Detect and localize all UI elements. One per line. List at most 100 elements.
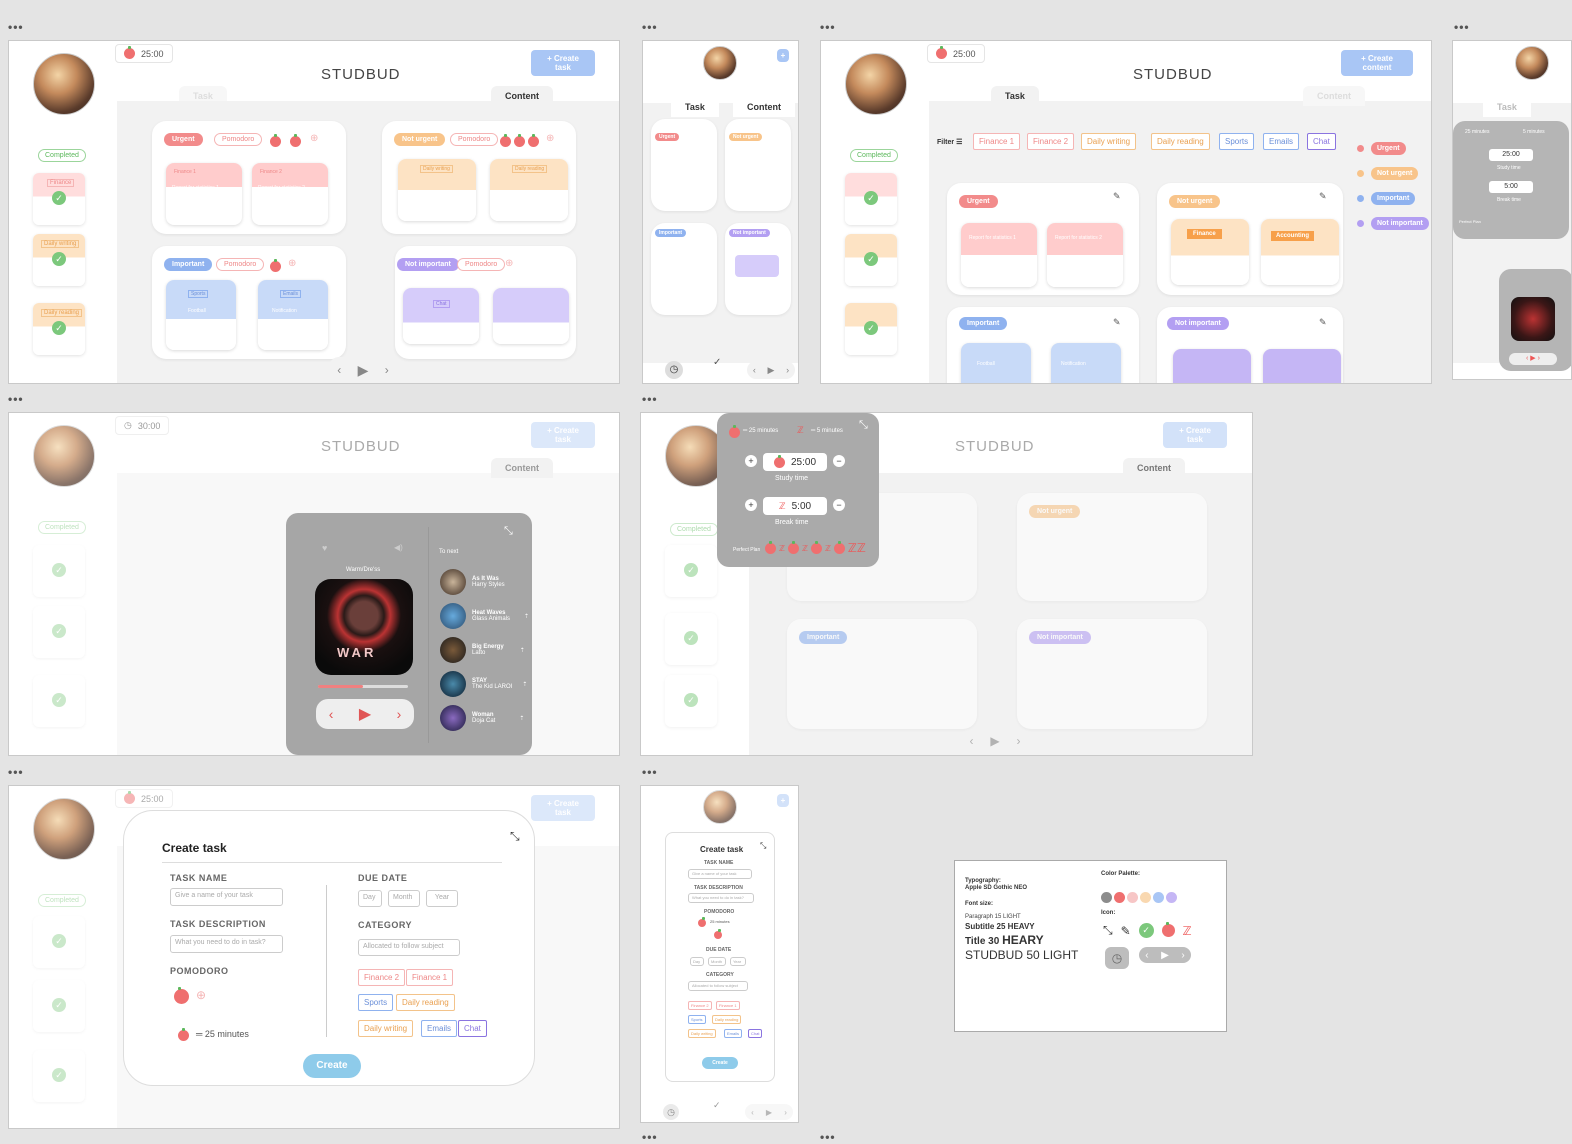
- year-input[interactable]: Year: [730, 957, 746, 966]
- add-pomodoro-icon[interactable]: ⊕: [196, 988, 206, 1002]
- frame-menu-dots[interactable]: •••: [820, 20, 836, 34]
- side-note-finance[interactable]: ✓: [665, 545, 717, 597]
- note-notification[interactable]: Notification: [1051, 343, 1121, 383]
- queue-item[interactable]: As It Was Harry Styles: [440, 569, 505, 595]
- side-note-daily-writing[interactable]: ✓: [33, 606, 85, 658]
- month-input[interactable]: Month: [708, 957, 726, 966]
- previous-icon[interactable]: ‹: [337, 363, 341, 377]
- queue-item[interactable]: Heat Waves Glass Animals ⇡: [440, 603, 529, 629]
- side-note-finance[interactable]: Finance ✓: [33, 173, 85, 225]
- edit-icon[interactable]: ✎: [1113, 317, 1121, 328]
- note-purple-2[interactable]: [1263, 349, 1341, 383]
- increase-break-button[interactable]: +: [745, 499, 757, 511]
- pomodoro-timer[interactable]: 25:00: [927, 44, 985, 63]
- clock-icon[interactable]: ◷: [665, 361, 683, 379]
- category-chip-finance2[interactable]: Finance 2: [688, 1001, 712, 1010]
- note-sports[interactable]: Sports Football: [166, 280, 236, 350]
- increase-study-button[interactable]: +: [745, 455, 757, 467]
- note-emails[interactable]: Emails Notification: [258, 280, 328, 350]
- frame-menu-dots[interactable]: •••: [1454, 20, 1470, 34]
- tab-content[interactable]: Content: [733, 97, 795, 117]
- pomodoro-timer[interactable]: 25:00: [115, 789, 173, 808]
- task-description-input[interactable]: What you need to do in task?: [688, 893, 754, 903]
- previous-icon[interactable]: ‹: [751, 1108, 754, 1117]
- avatar[interactable]: [33, 53, 95, 115]
- create-task-button[interactable]: +: [777, 49, 789, 62]
- legend-not-urgent[interactable]: Not urgent: [1371, 167, 1419, 180]
- category-chip-finance1[interactable]: Finance 1: [716, 1001, 740, 1010]
- side-note-daily-reading[interactable]: ✓: [845, 303, 897, 355]
- previous-icon[interactable]: ‹: [753, 365, 756, 375]
- side-note-daily-writing[interactable]: Daily writing ✓: [33, 234, 85, 286]
- break-time-input[interactable]: ℤ 5:00: [763, 497, 827, 515]
- play-icon[interactable]: ▶: [990, 734, 999, 748]
- previous-icon[interactable]: ‹: [969, 734, 973, 748]
- task-name-input[interactable]: Give a name of your task: [688, 869, 752, 879]
- edit-icon[interactable]: ✎: [1319, 317, 1327, 328]
- note-accounting[interactable]: Accounting: [1261, 219, 1339, 285]
- next-icon[interactable]: ›: [397, 706, 402, 722]
- filter-chip-finance2[interactable]: Finance 2: [1027, 133, 1075, 150]
- category-chip-sports[interactable]: Sports: [358, 994, 394, 1011]
- create-button[interactable]: Create: [702, 1057, 738, 1069]
- previous-icon[interactable]: ‹: [329, 706, 334, 722]
- create-task-button[interactable]: + Create task: [531, 795, 595, 821]
- side-note-daily-writing[interactable]: ✓: [845, 234, 897, 286]
- side-note-finance[interactable]: ✓: [33, 916, 85, 968]
- create-task-button[interactable]: + Create task: [531, 422, 595, 448]
- legend-important[interactable]: Important: [1371, 192, 1416, 205]
- avatar[interactable]: [845, 53, 907, 115]
- add-pomodoro-icon[interactable]: ⊕: [546, 133, 554, 144]
- add-pomodoro-icon[interactable]: ⊕: [310, 133, 318, 144]
- next-icon[interactable]: ›: [786, 365, 789, 375]
- decrease-study-button[interactable]: −: [833, 455, 845, 467]
- tab-content[interactable]: Content: [1123, 458, 1185, 478]
- filter-chip-chat[interactable]: Chat: [1307, 133, 1336, 150]
- task-name-input[interactable]: Give a name of your task: [170, 888, 283, 906]
- move-up-icon[interactable]: ⇡: [522, 681, 527, 688]
- legend-urgent[interactable]: Urgent: [1371, 142, 1406, 155]
- note-finance[interactable]: Finance: [1171, 219, 1249, 285]
- add-pomodoro-icon[interactable]: ⊕: [505, 258, 513, 269]
- study-time-input[interactable]: 25:00: [1489, 149, 1533, 161]
- avatar[interactable]: [703, 790, 737, 824]
- tab-task[interactable]: Task: [991, 86, 1039, 106]
- frame-menu-dots[interactable]: •••: [8, 20, 24, 34]
- play-icon[interactable]: ▶: [359, 704, 371, 724]
- category-chip-emails[interactable]: Emails: [421, 1020, 458, 1037]
- frame-menu-dots[interactable]: •••: [642, 20, 658, 34]
- note-finance-2[interactable]: Finance 2 Report for statistics 2: [252, 163, 328, 225]
- note-chat[interactable]: Chat: [403, 288, 479, 344]
- side-note-daily-reading[interactable]: ✓: [33, 1050, 85, 1102]
- tab-content[interactable]: Content: [491, 458, 553, 478]
- add-pomodoro-icon[interactable]: ⊕: [288, 258, 296, 269]
- category-input[interactable]: Allocated to follow subject: [688, 981, 748, 991]
- category-chip-daily-reading[interactable]: Daily reading: [712, 1015, 742, 1024]
- month-input[interactable]: Month: [388, 890, 420, 907]
- filter-chip-daily-reading[interactable]: Daily reading: [1151, 133, 1210, 150]
- category-chip-finance2[interactable]: Finance 2: [358, 969, 406, 986]
- category-input[interactable]: Allocated to follow subject: [358, 939, 460, 956]
- queue-item[interactable]: Woman Doja Cat ⇡: [440, 705, 524, 731]
- volume-icon[interactable]: ◀): [394, 543, 403, 552]
- music-controls[interactable]: ‹ ▶ ›: [1509, 353, 1557, 365]
- note-report-2[interactable]: Report for statistics 2: [1047, 223, 1123, 287]
- play-icon[interactable]: ▶: [766, 1108, 772, 1117]
- queue-item[interactable]: STAY The Kid LAROI ⇡: [440, 671, 527, 697]
- side-note-daily-writing[interactable]: ✓: [665, 613, 717, 665]
- note-empty[interactable]: [493, 288, 569, 344]
- task-description-input[interactable]: What you need to do in task?: [170, 935, 283, 953]
- queue-item[interactable]: Big Energy Latto ⇡: [440, 637, 525, 663]
- category-chip-daily-writing[interactable]: Daily writing: [688, 1029, 716, 1038]
- decrease-break-button[interactable]: −: [833, 499, 845, 511]
- filter-chip-emails[interactable]: Emails: [1263, 133, 1300, 150]
- category-chip-finance1[interactable]: Finance 1: [406, 969, 454, 986]
- collapse-icon[interactable]: ⤡: [504, 525, 513, 538]
- side-note-daily-reading[interactable]: ✓: [665, 675, 717, 727]
- tomato-icon[interactable]: [714, 929, 722, 939]
- collapse-icon[interactable]: ⤡: [859, 419, 868, 432]
- move-up-icon[interactable]: ⇡: [520, 647, 525, 654]
- legend-not-important[interactable]: Not important: [1371, 217, 1429, 230]
- year-input[interactable]: Year: [426, 890, 458, 907]
- create-task-button[interactable]: + Create task: [531, 50, 595, 76]
